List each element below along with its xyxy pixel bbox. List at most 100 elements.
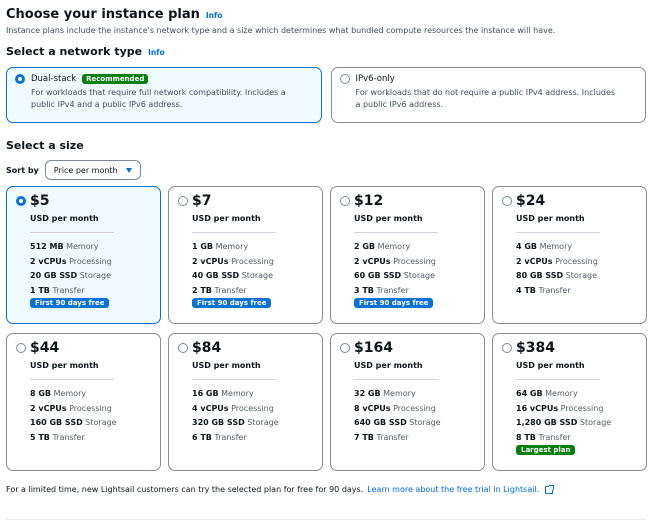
spec-unit: Transfer: [52, 285, 85, 295]
network-option-ipv6-only[interactable]: IPv6-only For workloads that do not requ…: [330, 67, 646, 123]
sort-select[interactable]: Price per month: [44, 160, 141, 180]
network-options: Dual-stack Recommended For workloads tha…: [6, 67, 646, 123]
radio-unselected-icon[interactable]: [340, 343, 350, 353]
spec-unit: Processing: [69, 403, 112, 413]
plan-per-month: USD per month: [354, 361, 423, 370]
spec-value: 6 TB: [192, 432, 212, 442]
spec-value: 512 MB: [30, 242, 64, 251]
plan-spec-vcpus: 16 vCPUs Processing: [516, 402, 637, 417]
plan-info-link[interactable]: Info: [206, 11, 223, 20]
free-trial-link[interactable]: Learn more about the free trial in Light…: [367, 485, 539, 494]
plan-price: $164: [354, 340, 393, 356]
spec-unit: Memory: [377, 242, 411, 251]
plan-per-month: USD per month: [192, 361, 261, 370]
spec-unit: Storage: [403, 271, 436, 280]
radio-unselected-icon[interactable]: [178, 196, 188, 206]
plan-price: $12: [354, 193, 384, 209]
spec-unit: Processing: [231, 256, 274, 266]
plan-header: Choose your instance plan Info: [6, 7, 646, 22]
spec-value: 5 TB: [30, 432, 50, 442]
divider: [30, 379, 114, 380]
plan-spec-vcpus: 8 vCPUs Processing: [354, 402, 475, 417]
plan-price: $24: [516, 193, 546, 209]
spec-value: 320 GB SSD: [192, 418, 245, 427]
free-trial-badge: First 90 days free: [354, 298, 434, 308]
free-trial-badge: First 90 days free: [192, 298, 272, 308]
spec-unit: Storage: [565, 271, 598, 280]
plan-per-month: USD per month: [516, 361, 585, 370]
network-option-dual-stack[interactable]: Dual-stack Recommended For workloads tha…: [6, 67, 322, 123]
plan-spec-vcpus: 2 vCPUs Processing: [516, 255, 637, 270]
divider: [192, 379, 276, 380]
plan-spec-storage: 80 GB SSD Storage: [516, 269, 637, 284]
radio-unselected-icon[interactable]: [339, 74, 350, 84]
plan-spec-memory: 8 GB Memory: [30, 387, 151, 402]
network-option-label: IPv6-only: [355, 74, 395, 84]
spec-unit: Storage: [247, 418, 279, 427]
spec-value: 8 vCPUs: [354, 403, 391, 413]
plan-spec-vcpus: 4 vCPUs Processing: [192, 402, 313, 417]
plan-description: Instance plans include the instance's ne…: [6, 26, 556, 35]
spec-unit: Processing: [393, 403, 436, 413]
spec-value: 2 vCPUs: [30, 403, 67, 413]
radio-selected-icon[interactable]: [15, 74, 25, 84]
caret-down-icon: [125, 167, 132, 173]
radio-unselected-icon[interactable]: [178, 343, 188, 353]
spec-value: 4 TB: [516, 285, 536, 295]
plan-spec-storage: 320 GB SSD Storage: [192, 416, 313, 431]
plan-spec-memory: 512 MB Memory: [30, 240, 151, 255]
largest-plan-badge: Largest plan: [516, 445, 576, 455]
spec-unit: Storage: [579, 418, 612, 427]
plan-spec-memory: 64 GB Memory: [516, 387, 637, 402]
divider: [354, 232, 438, 233]
recommended-badge: Recommended: [82, 74, 149, 84]
plan-card[interactable]: $24 USD per month 4 GB Memory 2 vCPUs Proce…: [492, 186, 647, 324]
spec-unit: Memory: [53, 389, 87, 398]
plan-grid: $5 USD per month 512 MB Memory 2 vCPUs Proc…: [6, 186, 647, 471]
radio-unselected-icon[interactable]: [502, 343, 512, 353]
plan-per-month: USD per month: [516, 214, 585, 223]
plan-spec-storage: 40 GB SSD Storage: [192, 269, 313, 284]
plan-card[interactable]: $7 USD per month 1 GB Memory 2 vCPUs Proces…: [168, 186, 323, 324]
spec-value: 40 GB SSD: [192, 271, 240, 280]
plan-spec-memory: 16 GB Memory: [192, 387, 313, 402]
spec-unit: Memory: [383, 389, 416, 398]
radio-unselected-icon[interactable]: [502, 196, 512, 206]
plan-card[interactable]: $12 USD per month 2 GB Memory 2 vCPUs Proce…: [330, 186, 485, 324]
plan-per-month: USD per month: [192, 214, 261, 223]
network-info-link[interactable]: Info: [148, 48, 165, 57]
plan-spec-transfer: 8 TB Transfer: [516, 431, 637, 446]
plan-spec-storage: 60 GB SSD Storage: [354, 269, 475, 284]
spec-unit: Memory: [66, 242, 99, 251]
spec-unit: Transfer: [376, 285, 409, 295]
desc-line: public IPv4 and a public IPv6 address.: [31, 100, 183, 110]
spec-value: 640 GB SSD: [354, 418, 407, 427]
desc-line: a public IPv6 address.: [355, 100, 444, 110]
plan-spec-transfer: 5 TB Transfer: [30, 431, 151, 446]
spec-value: 2 vCPUs: [30, 256, 67, 266]
plan-card[interactable]: $5 USD per month 512 MB Memory 2 vCPUs Proc…: [6, 186, 161, 324]
radio-unselected-icon[interactable]: [340, 196, 350, 206]
plan-spec-storage: 20 GB SSD Storage: [30, 269, 151, 284]
spec-unit: Processing: [560, 403, 604, 413]
plan-spec-vcpus: 2 vCPUs Processing: [30, 255, 151, 270]
plan-per-month: USD per month: [354, 214, 423, 223]
spec-unit: Memory: [545, 389, 578, 398]
plan-card[interactable]: $384 USD per month 64 GB Memory 16 vCPUs Pr…: [492, 333, 647, 471]
radio-selected-icon[interactable]: [16, 196, 26, 206]
radio-unselected-icon[interactable]: [16, 343, 26, 353]
external-link-icon[interactable]: [545, 484, 555, 494]
plan-card[interactable]: $84 USD per month 16 GB Memory 4 vCPUs Proc…: [168, 333, 323, 471]
plan-card[interactable]: $164 USD per month 32 GB Memory 8 vCPUs Pro…: [330, 333, 485, 471]
plan-spec-transfer: 7 TB Transfer: [354, 431, 475, 446]
spec-unit: Processing: [555, 256, 598, 266]
spec-value: 32 GB: [354, 389, 381, 398]
spec-value: 1 TB: [30, 285, 50, 295]
plan-spec-memory: 1 GB Memory: [192, 240, 313, 255]
plan-spec-memory: 4 GB Memory: [516, 240, 637, 255]
divider: [6, 519, 646, 520]
plan-card[interactable]: $44 USD per month 8 GB Memory 2 vCPUs Proce…: [6, 333, 161, 471]
plan-spec-memory: 32 GB Memory: [354, 387, 475, 402]
plan-per-month: USD per month: [30, 361, 99, 370]
spec-value: 160 GB SSD: [30, 418, 83, 427]
